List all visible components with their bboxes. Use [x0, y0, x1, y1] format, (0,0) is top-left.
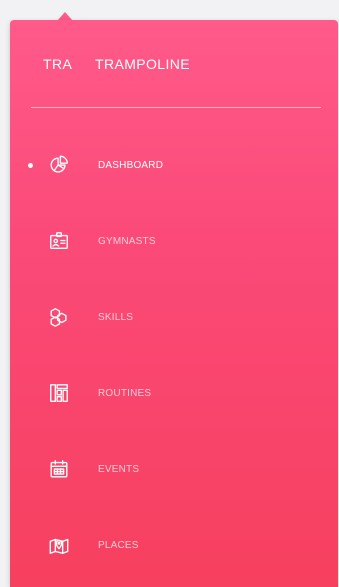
pie-chart-icon: [47, 153, 71, 177]
layout-grid-icon: [47, 381, 71, 405]
sidebar-panel: TRA TRAMPOLINE DASHBOARD GYMNASTS SKILLS…: [10, 20, 338, 587]
sidebar-item-routines[interactable]: ROUTINES: [10, 373, 338, 413]
sidebar-item-label: GYMNASTS: [98, 235, 156, 247]
sidebar-item-label: DASHBOARD: [98, 159, 164, 171]
id-badge-icon: [47, 229, 71, 253]
sidebar-item-events[interactable]: EVENTS: [10, 449, 338, 489]
active-indicator-dot: [28, 162, 33, 168]
sidebar-item-places[interactable]: PLACES: [10, 525, 338, 565]
sidebar-item-label: ROUTINES: [98, 387, 152, 399]
hexagons-icon: [47, 305, 71, 329]
brand-header[interactable]: TRA TRAMPOLINE: [43, 54, 190, 74]
sidebar-item-dashboard[interactable]: DASHBOARD: [10, 145, 338, 185]
map-icon: [47, 533, 71, 557]
brand-short: TRA: [43, 56, 73, 72]
calendar-icon: [47, 457, 71, 481]
brand-name: TRAMPOLINE: [95, 56, 191, 72]
sidebar-item-skills[interactable]: SKILLS: [10, 297, 338, 337]
sidebar-item-label: PLACES: [98, 539, 139, 551]
sidebar-item-label: EVENTS: [98, 463, 140, 475]
sidebar-item-label: SKILLS: [98, 311, 134, 323]
header-divider: [31, 107, 321, 108]
sidebar-item-gymnasts[interactable]: GYMNASTS: [10, 221, 338, 261]
